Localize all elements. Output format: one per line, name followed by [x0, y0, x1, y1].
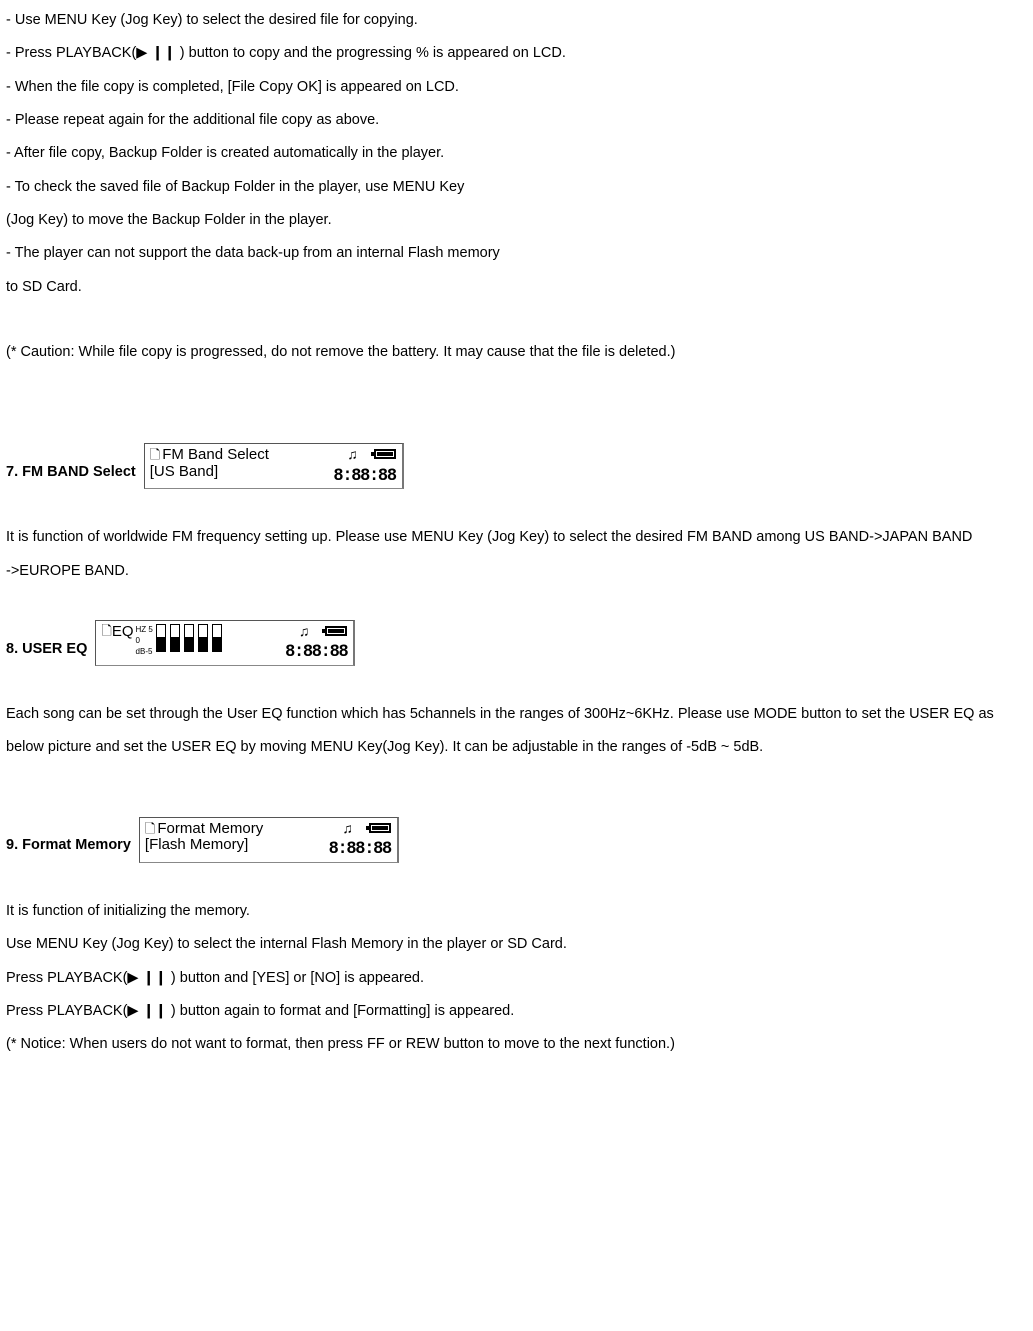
section-9-heading-row: 9. Format Memory ♫ 🗋 Format Memory [Flas…	[6, 817, 1026, 863]
lcd-fm-band: ♫ 🗋 FM Band Select [US Band] 8:88:88	[144, 443, 404, 489]
section-9-body-line: (* Notice: When users do not want to for…	[6, 1028, 1026, 1061]
lcd-user-eq: ♫ 🗋 EQ HZ 5 0 dB-5 8:88:88	[95, 620, 355, 666]
lcd-title-text: FM Band Select	[162, 447, 269, 464]
section-9-body-line: Use MENU Key (Jog Key) to select the int…	[6, 928, 1026, 961]
music-note-icon: ♫	[299, 624, 310, 638]
tab-icon: 🗋	[150, 448, 160, 461]
instruction-line: (Jog Key) to move the Backup Folder in t…	[6, 204, 1026, 237]
instruction-line: - Use MENU Key (Jog Key) to select the d…	[6, 4, 1026, 37]
section-8-heading-row: 8. USER EQ ♫ 🗋 EQ HZ 5 0 dB-5 8:88:88	[6, 620, 1026, 666]
eq-labels: HZ 5 0 dB-5	[136, 626, 153, 656]
instruction-line: - Press PLAYBACK(▶ ❙❙ ) button to copy a…	[6, 37, 1026, 70]
section-7-heading-row: 7. FM BAND Select ♫ 🗋 FM Band Select [US…	[6, 443, 1026, 489]
instruction-line: - When the file copy is completed, [File…	[6, 71, 1026, 104]
lcd-time: 8:88:88	[333, 467, 395, 487]
section-7-body: It is function of worldwide FM frequency…	[6, 521, 1026, 554]
section-9-heading: 9. Format Memory	[6, 829, 131, 862]
section-9-body-line: It is function of initializing the memor…	[6, 895, 1026, 928]
lcd-time: 8:88:88	[285, 644, 347, 664]
section-8-body: Each song can be set through the User EQ…	[6, 698, 1026, 765]
music-note-icon: ♫	[342, 821, 353, 835]
eq-bars	[155, 624, 223, 652]
lcd-eq-title: EQ	[112, 624, 134, 641]
section-9-body-line: Press PLAYBACK(▶ ❙❙ ) button and [YES] o…	[6, 962, 1026, 995]
section-8-heading: 8. USER EQ	[6, 633, 87, 666]
section-9-body-line: Press PLAYBACK(▶ ❙❙ ) button again to fo…	[6, 995, 1026, 1028]
instruction-line: - Please repeat again for the additional…	[6, 104, 1026, 137]
caution-text: (* Caution: While file copy is progresse…	[6, 336, 1026, 369]
instruction-line: to SD Card.	[6, 271, 1026, 304]
battery-icon	[325, 626, 347, 636]
lcd-title-text: Format Memory	[157, 821, 263, 838]
tab-icon: 🗋	[101, 624, 111, 637]
lcd-format-memory: ♫ 🗋 Format Memory [Flash Memory] 8:88:88	[139, 817, 399, 863]
instruction-line: - The player can not support the data ba…	[6, 237, 1026, 270]
lcd-time: 8:88:88	[329, 841, 391, 861]
instruction-line: - After file copy, Backup Folder is crea…	[6, 137, 1026, 170]
music-note-icon: ♫	[347, 447, 358, 461]
battery-icon	[369, 823, 391, 833]
section-7-heading: 7. FM BAND Select	[6, 456, 136, 489]
eq-label-top: HZ 5	[136, 626, 153, 634]
eq-label-bot: dB-5	[136, 648, 153, 656]
tab-icon: 🗋	[145, 822, 155, 835]
eq-label-mid: 0	[136, 637, 153, 645]
instruction-line: - To check the saved file of Backup Fold…	[6, 171, 1026, 204]
section-7-body-2: ->EUROPE BAND.	[6, 555, 1026, 588]
battery-icon	[374, 449, 396, 459]
